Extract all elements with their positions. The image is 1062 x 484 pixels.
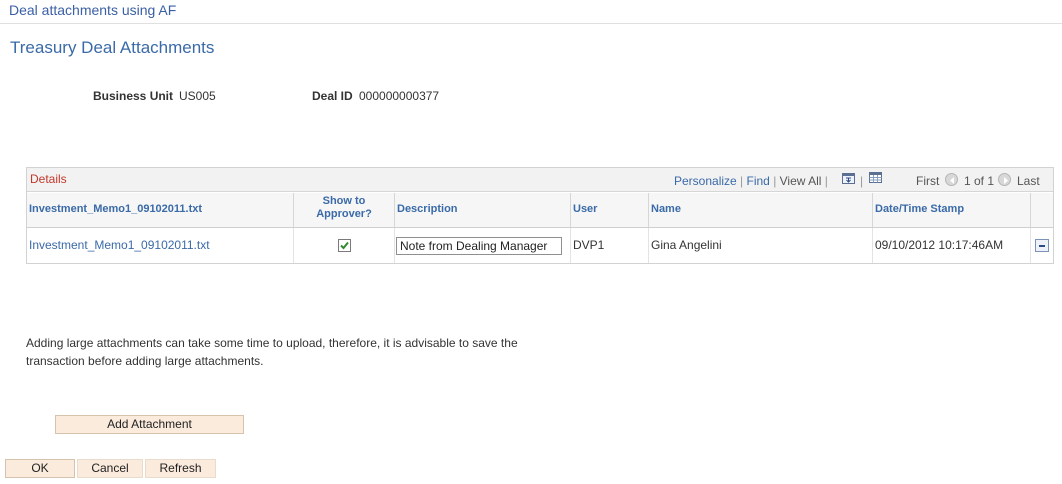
cell-file: Investment_Memo1_09102011.txt <box>27 228 294 263</box>
column-header-file[interactable]: Investment_Memo1_09102011.txt <box>27 193 294 227</box>
next-row-button[interactable] <box>998 173 1011 186</box>
checkmark-icon <box>340 241 349 250</box>
name-value: Gina Angelini <box>651 238 722 252</box>
column-header-user[interactable]: User <box>571 193 649 227</box>
deal-id-value: 000000000377 <box>359 89 440 103</box>
upload-note: Adding large attachments can take some t… <box>26 336 518 368</box>
cancel-button[interactable]: Cancel <box>77 459 143 478</box>
datetime-value: 09/10/2012 10:17:46AM <box>875 238 1004 252</box>
page-title: Treasury Deal Attachments <box>10 38 215 57</box>
arrow-right-icon <box>1004 177 1008 184</box>
title-divider <box>0 23 1062 24</box>
column-header-name[interactable]: Name <box>649 193 873 227</box>
description-input[interactable] <box>396 237 562 255</box>
cell-name: Gina Angelini <box>649 228 873 263</box>
ok-button[interactable]: OK <box>5 459 75 478</box>
arrow-left-icon <box>950 177 954 184</box>
details-grid: Details Personalize | Find | View All | … <box>26 167 1054 264</box>
refresh-button[interactable]: Refresh <box>145 459 216 478</box>
cell-datetime: 09/10/2012 10:17:46AM <box>873 228 1031 263</box>
view-all-link[interactable]: View All <box>780 174 822 188</box>
download-icon[interactable] <box>842 173 855 184</box>
column-header-actions <box>1031 193 1053 227</box>
window-title: Deal attachments using AF <box>9 2 177 18</box>
deal-id-label: Deal ID <box>312 89 353 103</box>
row-range: 1 of 1 <box>964 174 995 188</box>
show-to-approver-checkbox[interactable] <box>338 239 351 252</box>
grid-header-bar: Details Personalize | Find | View All | … <box>27 168 1053 192</box>
cell-show-to-approver <box>294 228 395 263</box>
nav-separator: | <box>860 174 864 188</box>
user-value: DVP1 <box>573 238 605 252</box>
delete-row-icon[interactable] <box>1035 239 1049 252</box>
column-header-description[interactable]: Description <box>395 193 571 227</box>
previous-row-button[interactable] <box>945 173 958 186</box>
business-unit-label: Business Unit <box>93 89 174 103</box>
find-link[interactable]: Find <box>747 174 770 188</box>
personalize-link[interactable]: Personalize <box>674 174 737 188</box>
last-label: Last <box>1017 174 1040 188</box>
spreadsheet-icon[interactable] <box>869 172 882 183</box>
nav-separator: | <box>824 174 828 188</box>
cell-description <box>395 228 571 263</box>
cell-user: DVP1 <box>571 228 649 263</box>
grid-caption: Details <box>30 172 67 186</box>
business-unit-value: US005 <box>179 89 216 103</box>
column-header-datetime[interactable]: Date/Time Stamp <box>873 193 1031 227</box>
add-attachment-button[interactable]: Add Attachment <box>55 415 244 434</box>
cell-actions <box>1031 228 1053 263</box>
column-header-show-to-approver[interactable]: Show to Approver? <box>294 193 395 227</box>
attachment-file-link[interactable]: Investment_Memo1_09102011.txt <box>29 238 210 252</box>
first-label: First <box>916 174 940 188</box>
grid-navigation: Personalize | Find | View All | <box>674 174 828 188</box>
